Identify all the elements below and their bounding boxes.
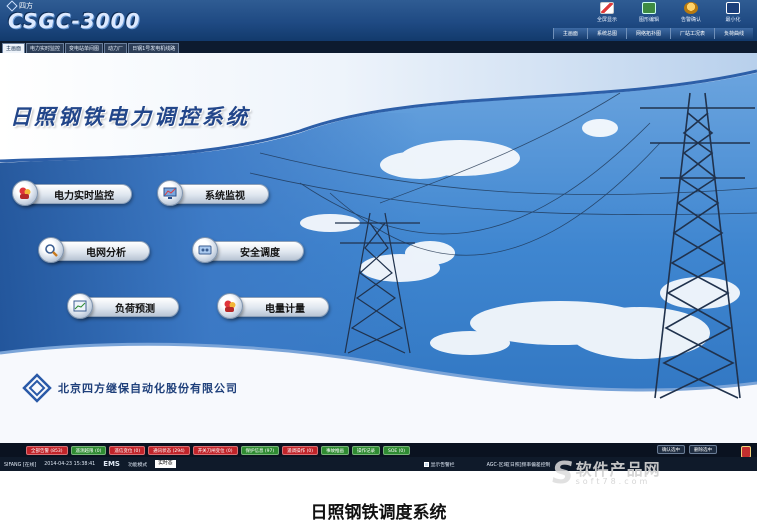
alarm-protection-info-button[interactable]: 保护信息 (97): [240, 445, 280, 455]
company-name: 北京四方继保自动化股份有限公司: [58, 382, 238, 395]
power-monitor-icon[interactable]: [12, 180, 38, 206]
show-alarm-label: 显示告警栏: [430, 462, 455, 468]
alarm-bar: 全部告警 (853) 遥测越限 (0) 遥信变位 (0) 通讯状态 (294) …: [0, 443, 757, 457]
alarm-signal-change-button[interactable]: 遥信变位 (0): [109, 445, 146, 455]
image-edit-icon: [642, 2, 656, 14]
nav-station-status[interactable]: 厂站工况表: [669, 28, 714, 39]
tab-generator-line[interactable]: 日钢1号发电机线路: [128, 43, 180, 53]
minimize-label: 最小化: [725, 17, 741, 23]
nav-main-screen[interactable]: 主画面: [552, 28, 587, 39]
load-forecast-label: 负荷预测: [115, 303, 155, 315]
grid-analysis-icon[interactable]: [38, 237, 64, 263]
sifang-logo-icon: [22, 373, 52, 403]
soe-button[interactable]: SOE (0): [382, 445, 411, 455]
energy-metering-icon[interactable]: [217, 293, 243, 319]
image-edit-label: 图形编辑: [638, 17, 659, 23]
toolbar-icons: 全屏显示 图形编辑 告警确认 最小化: [589, 2, 751, 23]
system-monitor-icon[interactable]: [157, 180, 183, 206]
alarm-telemetry-limit-button[interactable]: 遥测越限 (0): [70, 445, 107, 455]
system-title: 日照钢铁电力调控系统: [10, 104, 250, 129]
user-status: SIFANG [在线]: [4, 462, 37, 468]
tab-power-monitor[interactable]: 电力实时监控: [26, 43, 65, 53]
tab-main-screen[interactable]: 主画面: [2, 43, 26, 53]
top-nav: 主画面 系统总图 网络拓扑图 厂站工况表 负荷曲线: [552, 28, 753, 39]
safety-dispatch-label: 安全调度: [240, 247, 280, 259]
company-block: 北京四方继保自动化股份有限公司: [22, 373, 238, 403]
tab-substation[interactable]: 变电站单间图: [65, 43, 104, 53]
title-bar: 四方 CSGC-3000 全屏显示 图形编辑 告警确认 最小化 主画面 系统总图…: [0, 0, 757, 41]
status-bar: SIFANG [在线] 2014-04-23 15:38:41 EMS 功能模式…: [0, 457, 757, 471]
power-realtime-monitor-label: 电力实时监控: [54, 190, 114, 202]
agc-status: AGC-区域[日照]频率偏差控制: [486, 462, 551, 468]
alarm-confirm-label: 告警确认: [680, 17, 701, 23]
alarm-confirm-icon: [684, 2, 698, 14]
safety-dispatch-icon[interactable]: [192, 237, 218, 263]
alarm-confirm-button[interactable]: 告警确认: [673, 2, 709, 23]
nav-network-topology[interactable]: 网络拓扑图: [625, 28, 670, 39]
ems-label: EMS: [103, 460, 120, 468]
mode-label: 功能模式: [127, 462, 148, 468]
show-alarm-checkbox[interactable]: [423, 461, 429, 467]
fullscreen-icon: [600, 2, 614, 14]
app-logo: CSGC-3000: [8, 9, 141, 33]
main-banner: 日照钢铁电力调控系统 电力实时监控 系统监视 电网分析 安全调度 负荷预测 电量…: [0, 53, 757, 443]
tab-strip: 主画面 电力实时监控 变电站单间图 动力厂 日钢1号发电机线路: [0, 41, 757, 53]
load-forecast-icon[interactable]: [67, 293, 93, 319]
image-edit-button[interactable]: 图形编辑: [631, 2, 667, 23]
status-datetime: 2014-04-23 15:38:41: [44, 461, 96, 467]
watermark-en: soft78.com: [575, 477, 651, 486]
alarm-switch-change-button[interactable]: 开关刀闸变位 (0): [192, 445, 238, 455]
operation-log-button[interactable]: 操作记录: [351, 445, 380, 455]
fullscreen-button[interactable]: 全屏显示: [589, 2, 625, 23]
tab-power-plant[interactable]: 动力厂: [104, 43, 128, 53]
alarm-all-button[interactable]: 全部告警 (853): [26, 445, 68, 455]
minimize-icon: [726, 2, 740, 14]
nav-system-map[interactable]: 系统总图: [586, 28, 626, 39]
minimize-button[interactable]: 最小化: [715, 2, 751, 23]
alarm-remote-adjust-button[interactable]: 遥调操作 (0): [282, 445, 318, 455]
fullscreen-label: 全屏显示: [596, 17, 617, 23]
system-monitor-label: 系统监视: [205, 190, 245, 202]
image-caption: 日照钢铁调度系统: [310, 503, 447, 523]
energy-metering-label: 电量计量: [265, 303, 305, 315]
nav-load-curve[interactable]: 负荷曲线: [713, 28, 753, 39]
confirm-selected-button[interactable]: 确认选中: [657, 445, 685, 454]
accident-replay-button[interactable]: 事故推画: [320, 445, 349, 455]
show-alarm-toggle[interactable]: 显示告警栏: [423, 461, 455, 468]
alarm-actions: 确认选中 删除选中: [657, 445, 717, 454]
mode-select[interactable]: 实时态: [155, 460, 176, 468]
alarm-comm-status-button[interactable]: 通讯状态 (294): [148, 445, 190, 455]
grid-analysis-label: 电网分析: [86, 247, 126, 259]
delete-selected-button[interactable]: 删除选中: [689, 445, 717, 454]
